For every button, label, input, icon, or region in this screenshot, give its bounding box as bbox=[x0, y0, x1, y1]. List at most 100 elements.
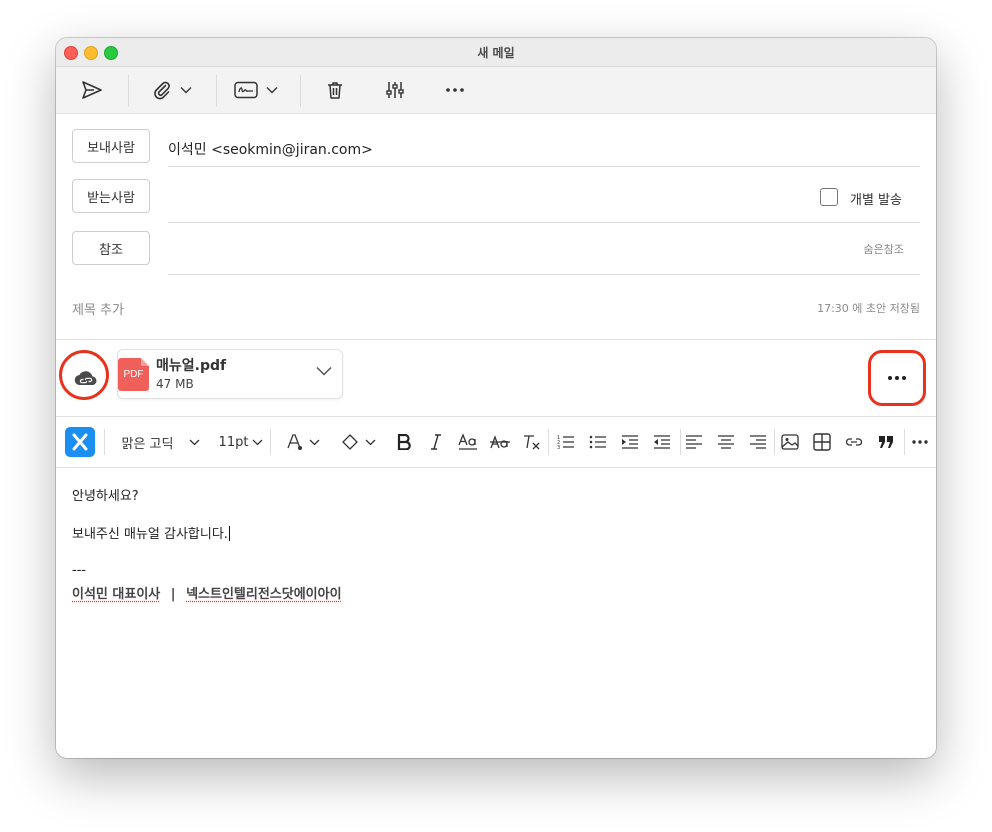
font-family-select[interactable]: 맑은 고딕 bbox=[116, 417, 206, 467]
send-button[interactable] bbox=[68, 67, 116, 113]
insert-image-button[interactable] bbox=[776, 417, 804, 467]
highlight-color-button[interactable] bbox=[336, 417, 380, 467]
underline-button[interactable] bbox=[454, 417, 482, 467]
image-icon bbox=[781, 434, 799, 450]
chevron-down-icon bbox=[252, 439, 263, 446]
align-left-icon bbox=[685, 435, 703, 449]
numbered-list-icon: 123 bbox=[557, 434, 575, 450]
clear-format-icon bbox=[523, 434, 541, 450]
format-toolbar: 맑은 고딕 11pt 1 2 3 bbox=[56, 417, 936, 467]
compose-window: 새 메일 보내사람 이석민 <seokmin@jiran.com> 받는사람 개… bbox=[56, 38, 936, 758]
strikethrough-button[interactable] bbox=[486, 417, 514, 467]
individual-send-checkbox[interactable] bbox=[820, 188, 838, 206]
insert-link-button[interactable] bbox=[840, 417, 868, 467]
chevron-down-icon bbox=[180, 86, 192, 94]
attachment-dropdown[interactable] bbox=[316, 366, 332, 376]
align-center-icon bbox=[717, 435, 735, 449]
body-greeting[interactable]: 안녕하세요? bbox=[72, 485, 139, 504]
header-divider bbox=[56, 339, 936, 340]
chevron-down-icon bbox=[365, 439, 376, 446]
more-horizontal-icon bbox=[445, 87, 465, 93]
align-left-button[interactable] bbox=[680, 417, 708, 467]
from-value[interactable]: 이석민 <seokmin@jiran.com> bbox=[168, 139, 373, 159]
cc-divider bbox=[168, 274, 920, 275]
options-button[interactable] bbox=[374, 67, 416, 113]
insert-table-button[interactable] bbox=[808, 417, 836, 467]
trash-icon bbox=[325, 80, 345, 100]
more-horizontal-icon bbox=[911, 439, 929, 445]
chevron-down-icon bbox=[309, 439, 320, 446]
draft-saved-status: 17:30 에 초안 저장됨 bbox=[817, 302, 920, 315]
title-bar: 새 메일 bbox=[56, 38, 936, 67]
format-divider bbox=[56, 467, 936, 468]
font-size-select[interactable]: 11pt bbox=[216, 417, 266, 467]
font-color-button[interactable] bbox=[280, 417, 324, 467]
delete-button[interactable] bbox=[314, 67, 356, 113]
chevron-down-icon bbox=[266, 86, 278, 94]
bullet-list-icon bbox=[589, 434, 607, 450]
align-center-button[interactable] bbox=[712, 417, 740, 467]
attachment-more-button[interactable] bbox=[868, 350, 926, 406]
attach-button[interactable] bbox=[140, 67, 204, 113]
to-divider bbox=[168, 222, 920, 223]
editor-logo-button[interactable] bbox=[64, 417, 96, 467]
italic-button[interactable] bbox=[422, 417, 450, 467]
outdent-icon bbox=[653, 434, 671, 450]
body-message: 보내주신 매뉴얼 감사합니다. bbox=[72, 527, 228, 542]
cc-button[interactable]: 참조 bbox=[72, 231, 150, 265]
body-message-line[interactable]: 보내주신 매뉴얼 감사합니다. bbox=[72, 523, 230, 542]
subject-input[interactable]: 제목 추가 bbox=[72, 299, 124, 318]
paperclip-icon bbox=[152, 80, 172, 100]
attachment-card[interactable]: PDF 매뉴얼.pdf 47 MB bbox=[117, 349, 343, 399]
signature-icon bbox=[234, 81, 258, 99]
bold-icon bbox=[397, 434, 411, 450]
cloud-highlight-circle bbox=[59, 350, 109, 400]
bcc-link[interactable]: 숨은참조 bbox=[864, 241, 904, 257]
sliders-icon bbox=[385, 80, 405, 100]
svg-text:3: 3 bbox=[557, 445, 560, 450]
from-divider bbox=[168, 166, 920, 167]
signature-separator: --- bbox=[72, 563, 87, 578]
attachment-size: 47 MB bbox=[156, 377, 194, 391]
attachment-name: 매뉴얼.pdf bbox=[156, 358, 227, 374]
pdf-file-icon: PDF bbox=[118, 358, 149, 391]
font-color-icon bbox=[285, 433, 303, 451]
more-horizontal-icon bbox=[887, 375, 907, 381]
signature-button[interactable] bbox=[226, 67, 286, 113]
signature-name-title: 이석민 대표이사 bbox=[72, 587, 161, 602]
underline-icon bbox=[458, 433, 478, 451]
window-title: 새 메일 bbox=[477, 46, 515, 60]
format-more-button[interactable] bbox=[906, 417, 934, 467]
align-right-icon bbox=[749, 435, 767, 449]
table-icon bbox=[813, 433, 831, 451]
indent-icon bbox=[621, 434, 639, 450]
font-size-value: 11pt bbox=[218, 434, 249, 450]
signature-line: 이석민 대표이사 | 넥스트인텔리전스닷에이아이 bbox=[72, 583, 342, 602]
link-icon bbox=[845, 437, 863, 447]
bold-button[interactable] bbox=[390, 417, 418, 467]
numbered-list-button[interactable]: 123 bbox=[552, 417, 580, 467]
to-button[interactable]: 받는사람 bbox=[72, 179, 150, 213]
clear-format-button[interactable] bbox=[518, 417, 546, 467]
strikethrough-icon bbox=[490, 434, 510, 450]
bullet-list-button[interactable] bbox=[584, 417, 612, 467]
quote-icon bbox=[878, 435, 894, 449]
signature-company: 넥스트인텔리전스닷에이아이 bbox=[186, 587, 342, 602]
more-toolbar-button[interactable] bbox=[434, 67, 476, 113]
send-icon bbox=[81, 80, 103, 100]
indent-button[interactable] bbox=[616, 417, 644, 467]
main-toolbar bbox=[56, 67, 936, 114]
font-family-value: 맑은 고딕 bbox=[121, 436, 174, 452]
align-right-button[interactable] bbox=[744, 417, 772, 467]
quote-button[interactable] bbox=[872, 417, 900, 467]
outdent-button[interactable] bbox=[648, 417, 676, 467]
paint-bucket-icon bbox=[341, 433, 359, 451]
x-logo-icon bbox=[65, 427, 95, 457]
chevron-down-icon bbox=[189, 439, 200, 446]
individual-send-label[interactable]: 개별 발송 bbox=[850, 189, 902, 208]
chevron-down-icon bbox=[316, 366, 332, 376]
from-button[interactable]: 보내사람 bbox=[72, 129, 150, 163]
pdf-type-label: PDF bbox=[123, 369, 144, 380]
italic-icon bbox=[430, 434, 442, 450]
signature-divider: | bbox=[170, 587, 176, 602]
